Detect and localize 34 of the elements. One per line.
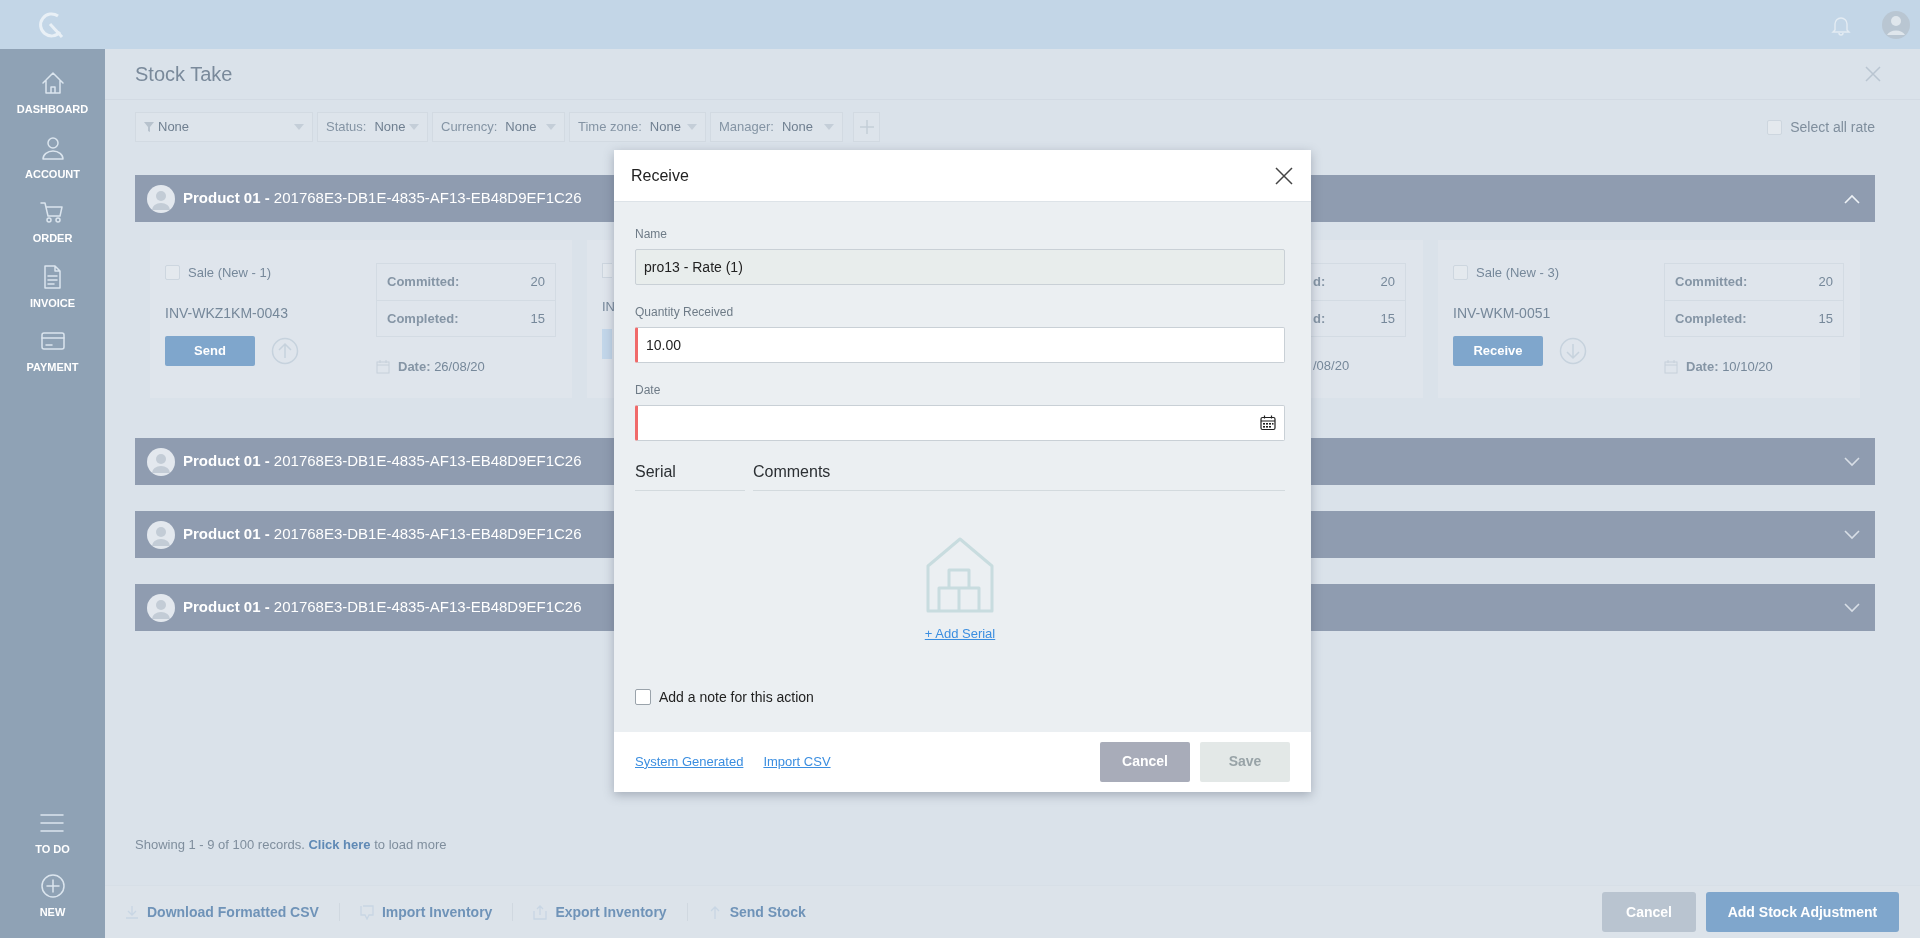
invoice-number: IN [602, 298, 614, 316]
product-title: Product 01 - 201768E3-DB1E-4835-AF13-EB48D9EF1C26 [183, 524, 582, 545]
product-title: Product 01 - 201768E3-DB1E-4835-AF13-EB48D9EF1C26 [183, 188, 582, 209]
invoice-number: INV-WKM-0051 [1453, 303, 1552, 323]
field-label: Name [635, 226, 668, 242]
field-label: Date [635, 382, 662, 398]
stat-value: 15 [1818, 309, 1833, 328]
column-header: Comments [753, 460, 1285, 491]
stat-label: Committed: [1675, 273, 1748, 292]
field-label: Quantity Received [635, 304, 735, 320]
stat-value: 15 [1380, 309, 1395, 328]
checkbox-label: Add a note for this action [659, 687, 814, 707]
date-text: Date: 26/08/20 [398, 358, 485, 376]
stat-value: 20 [1818, 273, 1833, 292]
date-text: Date: 10/10/20 [1686, 358, 1773, 376]
date-text: /08/20 [1312, 357, 1351, 375]
stat-label: Committed: [387, 273, 460, 292]
page-title: Stock Take [135, 62, 233, 87]
dialog-title: Receive [631, 165, 689, 186]
product-title: Product 01 - 201768E3-DB1E-4835-AF13-EB48D9EF1C26 [183, 597, 582, 618]
stat-label: d: [1313, 273, 1326, 292]
stat-label: Completed: [387, 309, 459, 328]
stat-value: 20 [1380, 273, 1395, 292]
stat-label: Completed: [1675, 309, 1747, 328]
checkbox-label: Sale (New - 1) [188, 264, 272, 282]
checkbox-label: Select all rate [1790, 117, 1875, 137]
stat-label: d: [1313, 309, 1326, 328]
column-header: Serial [635, 460, 745, 491]
stat-value: 20 [530, 273, 545, 292]
stat-value: 15 [530, 309, 545, 328]
product-title: Product 01 - 201768E3-DB1E-4835-AF13-EB48D9EF1C26 [183, 451, 582, 472]
records-note: Showing 1 - 9 of 100 records. Click here to load more [135, 835, 448, 854]
invoice-number: INV-WKZ1KM-0043 [165, 303, 289, 323]
checkbox-label: Sale (New - 3) [1476, 264, 1560, 282]
